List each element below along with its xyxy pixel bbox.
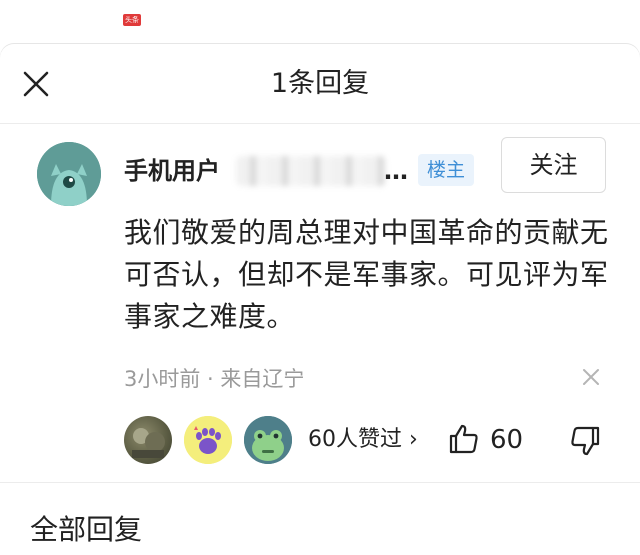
divider — [0, 482, 640, 483]
blurred-username — [236, 156, 386, 186]
liker-avatar[interactable] — [244, 416, 292, 464]
close-icon — [583, 369, 599, 385]
user-avatar-icon — [37, 142, 101, 206]
liker-avatar[interactable] — [124, 416, 172, 464]
paw-icon — [184, 416, 232, 464]
reply-sheet: 1条回复 手机用户 … 楼主 关注 我们敬爱的周总理对中国革命的贡献无可否认，但… — [0, 44, 640, 555]
divider — [0, 123, 640, 124]
comment-text: 我们敬爱的周总理对中国革命的贡献无可否认，但却不是军事家。可见评为军事家之难度。 — [124, 216, 609, 333]
dislike-button[interactable] — [568, 424, 602, 458]
like-button[interactable] — [447, 422, 481, 456]
dismiss-button[interactable] — [578, 364, 604, 390]
page-title: 1条回复 — [270, 68, 370, 99]
liker-avatar[interactable] — [184, 416, 232, 464]
likers-summary-link[interactable]: 60人赞过 › — [308, 424, 418, 456]
app-badge: 头条 — [123, 14, 141, 26]
user-name[interactable]: 手机用户 — [124, 154, 220, 188]
follow-button[interactable]: 关注 — [501, 137, 606, 193]
name-ellipsis: … — [384, 157, 408, 185]
owner-badge: 楼主 — [418, 154, 474, 186]
frog-avatar-icon — [244, 416, 292, 464]
like-count: 60 — [490, 425, 524, 455]
thumbs-up-icon — [449, 424, 478, 454]
comment-meta: 3小时前 · 来自辽宁 — [124, 367, 305, 391]
avatar[interactable] — [37, 142, 101, 206]
thumbs-down-icon — [571, 426, 600, 456]
liker-photo-icon — [132, 428, 165, 458]
sheet-header: 1条回复 — [0, 44, 640, 124]
status-bar: 头条 — [0, 0, 640, 44]
all-replies-heading: 全部回复 — [30, 513, 143, 546]
